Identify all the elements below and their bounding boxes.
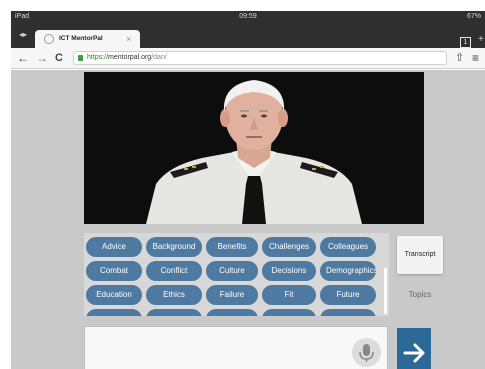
forward-arrow-icon[interactable]: → xyxy=(36,51,48,65)
topic-button-ethics[interactable]: Ethics xyxy=(146,285,202,305)
site-favicon-icon xyxy=(44,34,54,44)
topic-button-partial[interactable] xyxy=(86,309,142,316)
topic-button-colleagues[interactable]: Colleagues xyxy=(320,237,376,257)
tab-close-icon[interactable]: × xyxy=(126,33,131,45)
topic-button-conflict[interactable]: Conflict xyxy=(146,261,202,281)
topic-button-partial[interactable] xyxy=(146,309,202,316)
topic-button-partial[interactable] xyxy=(262,309,316,316)
mentor-video[interactable] xyxy=(84,72,424,224)
tab-bar: ◂▸ ICT MentorPal × 1 + xyxy=(11,24,485,48)
url-text: https://mentorpal.org/dan/ xyxy=(87,54,167,61)
arrow-right-icon xyxy=(403,343,425,363)
topic-button-demographics[interactable]: Demographics xyxy=(320,261,376,281)
tab-switcher-icon[interactable]: ◂▸ xyxy=(16,30,30,40)
new-tab-icon[interactable]: + xyxy=(478,34,484,46)
send-button[interactable] xyxy=(397,328,431,369)
status-time: 09:59 xyxy=(239,13,257,20)
topic-button-failure[interactable]: Failure xyxy=(206,285,258,305)
tab-active[interactable]: ICT MentorPal × xyxy=(35,30,140,48)
mentorpal-page: Advice Background Benefits Challenges Co… xyxy=(11,70,485,369)
tab-title: ICT MentorPal xyxy=(59,35,103,42)
transcript-tab[interactable]: Transcript xyxy=(397,236,443,274)
url-path: /dan/ xyxy=(151,54,167,61)
topics-tab[interactable]: Topics xyxy=(397,288,443,302)
topic-button-benefits[interactable]: Benefits xyxy=(206,237,258,257)
url-field[interactable]: https://mentorpal.org/dan/ xyxy=(73,51,447,65)
status-battery: 67% xyxy=(466,13,481,20)
browser-window: iPad 09:59 67% ◂▸ ICT MentorPal × 1 + ← … xyxy=(11,11,485,369)
url-scheme: https:// xyxy=(87,54,109,61)
microphone-icon xyxy=(359,344,374,362)
mentor-portrait xyxy=(84,72,424,224)
reload-icon[interactable]: C xyxy=(55,51,63,65)
ios-status-bar: iPad 09:59 67% xyxy=(11,11,485,24)
topic-button-education[interactable]: Education xyxy=(86,285,142,305)
topic-button-partial[interactable] xyxy=(320,309,376,316)
topic-button-combat[interactable]: Combat xyxy=(86,261,142,281)
topic-button-fit[interactable]: Fit xyxy=(262,285,316,305)
topic-button-culture[interactable]: Culture xyxy=(206,261,258,281)
topic-button-future[interactable]: Future xyxy=(320,285,376,305)
url-host: mentorpal.org xyxy=(108,54,152,61)
lock-icon xyxy=(78,55,83,61)
topic-button-challenges[interactable]: Challenges xyxy=(262,237,316,257)
topics-scrollbar[interactable] xyxy=(384,268,387,314)
microphone-button[interactable] xyxy=(352,338,381,367)
topic-button-advice[interactable]: Advice xyxy=(86,237,142,257)
menu-icon[interactable]: ≡ xyxy=(472,51,479,65)
share-icon[interactable]: ⇧ xyxy=(455,51,464,65)
back-arrow-icon[interactable]: ← xyxy=(17,51,29,65)
question-input[interactable] xyxy=(84,326,388,369)
topic-button-partial[interactable] xyxy=(206,309,258,316)
topic-button-background[interactable]: Background xyxy=(146,237,202,257)
tab-count-button[interactable]: 1 xyxy=(460,37,471,48)
topics-panel: Advice Background Benefits Challenges Co… xyxy=(84,233,389,316)
topic-button-decisions[interactable]: Decisions xyxy=(262,261,316,281)
address-bar-row: ← → C https://mentorpal.org/dan/ ⇧ ≡ xyxy=(11,48,485,69)
